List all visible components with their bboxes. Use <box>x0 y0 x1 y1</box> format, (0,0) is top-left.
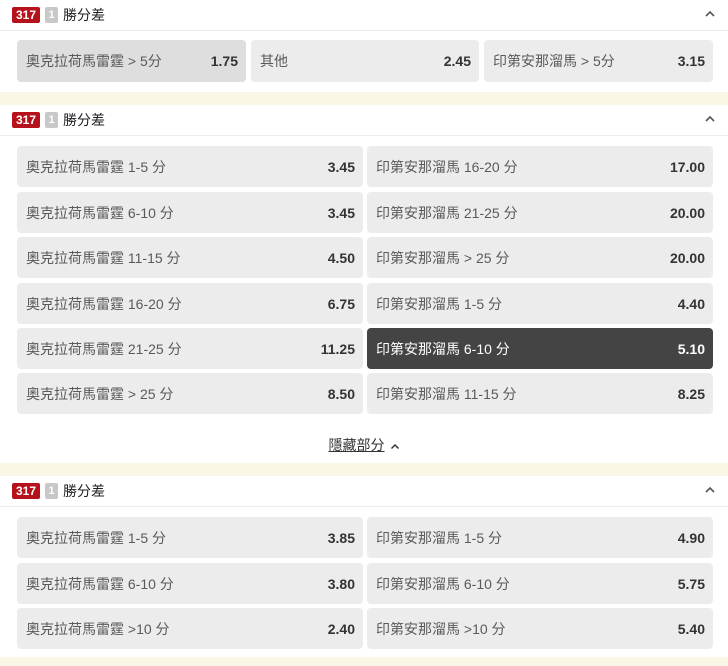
event-id-badge: 317 <box>12 483 41 499</box>
odds-label: 奧克拉荷馬雷霆 1-5 分 <box>26 529 167 546</box>
odds-value: 2.40 <box>327 620 355 637</box>
hide-more-label: 隱藏部分 <box>328 437 385 453</box>
odds-button[interactable]: 奧克拉荷馬雷霆 21-25 分 11.25 <box>17 328 363 369</box>
odds-value: 5.75 <box>677 575 705 592</box>
odds-button[interactable]: 奧克拉荷馬雷霆 1-5 分 3.45 <box>17 146 363 187</box>
odds-button-selected[interactable]: 印第安那溜馬 6-10 分 5.10 <box>367 328 713 369</box>
odds-button[interactable]: 奧克拉荷馬雷霆 6-10 分 3.80 <box>17 563 363 604</box>
odds-value: 17.00 <box>669 158 705 175</box>
odds-button[interactable]: 印第安那溜馬 21-25 分 20.00 <box>367 192 713 233</box>
odds-value: 3.45 <box>327 158 355 175</box>
odds-label: 印第安那溜馬 11-15 分 <box>376 385 517 402</box>
odds-label: 奧克拉荷馬雷霆 16-20 分 <box>26 295 182 312</box>
odds-label: 印第安那溜馬 >10 分 <box>376 620 506 637</box>
odds-label: 印第安那溜馬 > 5分 <box>493 53 615 69</box>
odds-label: 奧克拉荷馬雷霆 21-25 分 <box>26 340 182 357</box>
odds-label: 奧克拉荷馬雷霆 1-5 分 <box>26 158 167 175</box>
odds-value: 4.90 <box>677 529 705 546</box>
odds-label: 印第安那溜馬 > 25 分 <box>376 249 510 266</box>
odds-value: 5.40 <box>677 620 705 637</box>
odds-value: 3.45 <box>327 204 355 221</box>
odds-button[interactable]: 奧克拉荷馬雷霆 > 25 分 8.50 <box>17 373 363 414</box>
odds-label: 奧克拉荷馬雷霆 > 25 分 <box>26 385 174 402</box>
odds-label: 印第安那溜馬 1-5 分 <box>376 529 503 546</box>
odds-label: 印第安那溜馬 6-10 分 <box>376 575 510 592</box>
market-header[interactable]: 317 1 勝分差 <box>0 476 728 507</box>
market-count-badge: 1 <box>45 7 58 23</box>
odds-value: 11.25 <box>320 340 355 357</box>
odds-button[interactable]: 奧克拉荷馬雷霆 6-10 分 3.45 <box>17 192 363 233</box>
odds-value: 6.75 <box>327 295 355 312</box>
chevron-up-icon[interactable] <box>704 486 716 494</box>
odds-button[interactable]: 奧克拉荷馬雷霆 >10 分 2.40 <box>17 608 363 649</box>
market-section-2: 317 1 勝分差 奧克拉荷馬雷霆 1-5 分 3.45 奧克拉荷馬雷霆 6-1… <box>0 105 728 463</box>
odds-value: 4.40 <box>677 295 705 312</box>
odds-value: 5.10 <box>677 340 705 357</box>
market-title: 勝分差 <box>63 7 105 23</box>
odds-button[interactable]: 奧克拉荷馬雷霆 16-20 分 6.75 <box>17 283 363 324</box>
odds-button[interactable]: 印第安那溜馬 1-5 分 4.40 <box>367 283 713 324</box>
odds-button[interactable]: 其他 2.45 <box>251 40 479 82</box>
market-header[interactable]: 317 1 勝分差 <box>0 105 728 136</box>
chevron-up-icon[interactable] <box>704 115 716 123</box>
odds-label: 奧克拉荷馬雷霆 > 5分 <box>26 53 162 69</box>
odds-button[interactable]: 奧克拉荷馬雷霆 11-15 分 4.50 <box>17 237 363 278</box>
market-title: 勝分差 <box>63 483 105 499</box>
odds-button[interactable]: 印第安那溜馬 1-5 分 4.90 <box>367 517 713 558</box>
market-header[interactable]: 317 1 勝分差 <box>0 0 728 31</box>
odds-label: 印第安那溜馬 21-25 分 <box>376 204 518 221</box>
odds-value: 8.25 <box>677 385 705 402</box>
event-id-badge: 317 <box>12 7 41 23</box>
odds-value: 2.45 <box>443 53 471 69</box>
odds-button[interactable]: 印第安那溜馬 6-10 分 5.75 <box>367 563 713 604</box>
event-id-badge: 317 <box>12 112 41 128</box>
odds-value: 1.75 <box>210 53 238 69</box>
odds-button[interactable]: 奧克拉荷馬雷霆 > 5分 1.75 <box>17 40 246 82</box>
odds-value: 3.80 <box>327 575 355 592</box>
market-count-badge: 1 <box>45 112 58 128</box>
odds-value: 3.85 <box>327 529 355 546</box>
odds-value: 8.50 <box>327 385 355 402</box>
odds-button[interactable]: 印第安那溜馬 16-20 分 17.00 <box>367 146 713 187</box>
odds-button[interactable]: 奧克拉荷馬雷霆 1-5 分 3.85 <box>17 517 363 558</box>
odds-label: 印第安那溜馬 1-5 分 <box>376 295 503 312</box>
odds-label: 奧克拉荷馬雷霆 6-10 分 <box>26 575 174 592</box>
odds-label: 奧克拉荷馬雷霆 6-10 分 <box>26 204 174 221</box>
odds-label: 奧克拉荷馬雷霆 >10 分 <box>26 620 170 637</box>
odds-button[interactable]: 印第安那溜馬 > 5分 3.15 <box>484 40 713 82</box>
odds-label: 印第安那溜馬 16-20 分 <box>376 158 518 175</box>
odds-value: 3.15 <box>677 53 705 69</box>
market-count-badge: 1 <box>45 483 58 499</box>
odds-label: 奧克拉荷馬雷霆 11-15 分 <box>26 249 181 266</box>
odds-value: 20.00 <box>669 249 705 266</box>
market-section-1: 317 1 勝分差 奧克拉荷馬雷霆 > 5分 1.75 其他 2.45 印第安那… <box>0 0 728 92</box>
market-section-3: 317 1 勝分差 奧克拉荷馬雷霆 1-5 分 3.85 奧克拉荷馬雷霆 6-1… <box>0 476 728 657</box>
odds-label: 其他 <box>260 53 288 69</box>
chevron-up-icon[interactable] <box>704 10 716 18</box>
odds-button[interactable]: 印第安那溜馬 >10 分 5.40 <box>367 608 713 649</box>
market-title: 勝分差 <box>63 112 105 128</box>
chevron-up-icon <box>390 443 399 449</box>
odds-button[interactable]: 印第安那溜馬 > 25 分 20.00 <box>367 237 713 278</box>
odds-value: 4.50 <box>327 249 355 266</box>
hide-more-toggle[interactable]: 隱藏部分 <box>0 435 728 455</box>
odds-label: 印第安那溜馬 6-10 分 <box>376 340 510 357</box>
odds-button[interactable]: 印第安那溜馬 11-15 分 8.25 <box>367 373 713 414</box>
odds-value: 20.00 <box>669 204 705 221</box>
